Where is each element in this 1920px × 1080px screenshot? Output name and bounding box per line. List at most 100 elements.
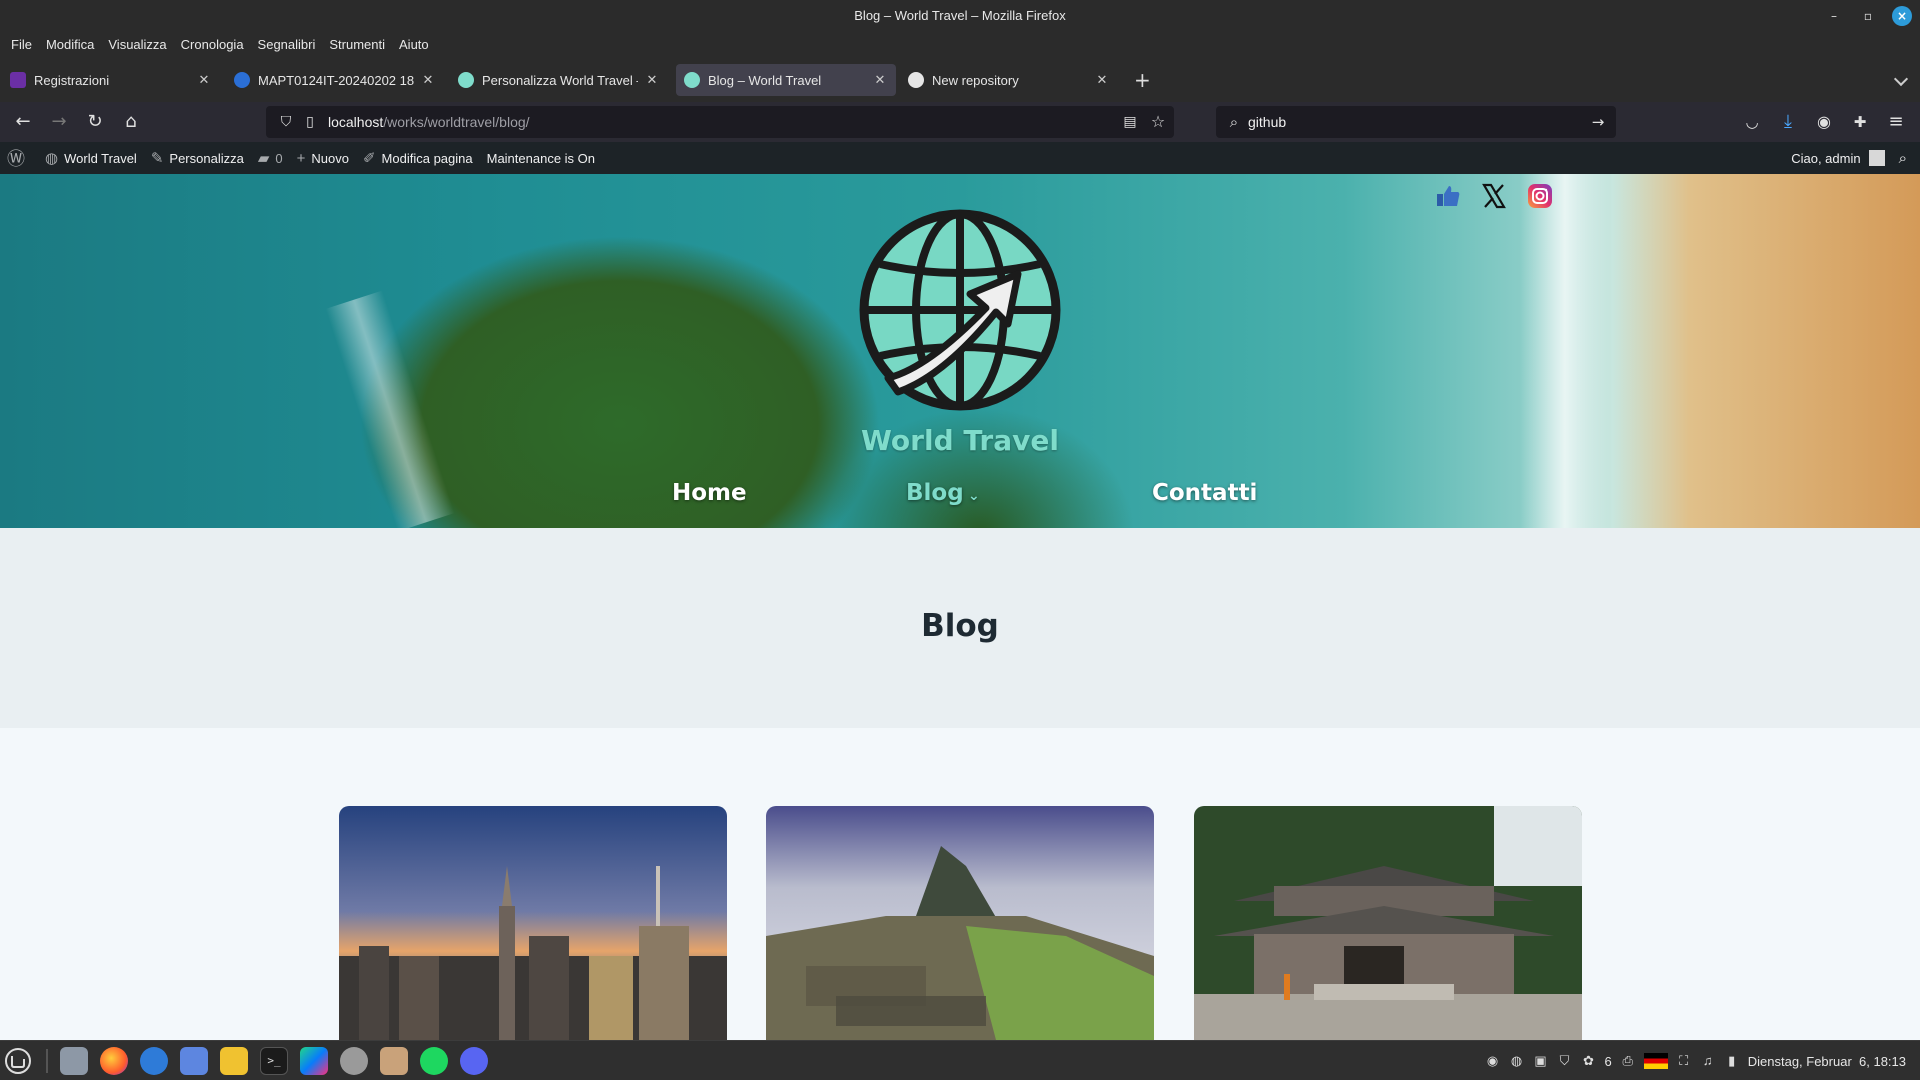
tab-mapt[interactable]: MAPT0124IT-20240202 180 ✕ — [226, 64, 444, 96]
discord-tray-icon[interactable]: ◉ — [1485, 1053, 1501, 1069]
wp-account-menu[interactable]: Ciao, admin — [1784, 142, 1891, 174]
comment-icon: ▰ — [257, 150, 270, 167]
wp-customize-link[interactable]: ✎ Personalizza — [144, 142, 251, 174]
calculator-icon[interactable] — [220, 1047, 248, 1075]
back-icon[interactable]: ← — [11, 110, 35, 134]
temple-image[interactable] — [1194, 806, 1582, 1040]
page-title: Blog — [921, 608, 999, 644]
machu-picchu-image[interactable] — [766, 806, 1154, 1040]
tab-new-repository[interactable]: New repository ✕ — [900, 64, 1118, 96]
reader-view-icon[interactable]: ▤ — [1118, 110, 1142, 134]
wp-edit-page-link[interactable]: ✐ Modifica pagina — [356, 142, 480, 174]
page-header: Blog — [0, 528, 1920, 728]
wp-maintenance-status[interactable]: Maintenance is On — [480, 142, 602, 174]
sound-tray-icon[interactable]: ♫ — [1700, 1053, 1716, 1069]
screenshot-icon[interactable] — [180, 1047, 208, 1075]
menu-history[interactable]: Cronologia — [174, 32, 251, 58]
chevron-down-icon[interactable]: ⌄ — [968, 488, 980, 504]
extensions-icon[interactable]: ✚ — [1848, 110, 1872, 134]
app-menu-icon[interactable]: ≡ — [1884, 110, 1908, 134]
list-all-tabs-icon[interactable] — [1893, 71, 1909, 87]
spotify-icon[interactable] — [420, 1047, 448, 1075]
instagram-icon[interactable] — [1526, 182, 1554, 210]
wp-site-link[interactable]: ◍ World Travel — [38, 142, 144, 174]
page-info-icon[interactable]: ▯ — [298, 110, 322, 134]
tab-registrazioni[interactable]: Registrazioni ✕ — [2, 64, 220, 96]
minimize-icon[interactable]: – — [1824, 6, 1844, 26]
nav-home[interactable]: Home — [672, 480, 747, 506]
firefox-icon[interactable] — [100, 1047, 128, 1075]
site-title[interactable]: World Travel — [0, 424, 1920, 457]
navigation-toolbar: ← → ↻ ⌂ ⛉ ▯ localhost/works/worldtravel/… — [0, 102, 1920, 142]
bookmark-star-icon[interactable]: ☆ — [1146, 110, 1170, 134]
reload-icon[interactable]: ↻ — [83, 110, 107, 134]
shield-icon[interactable]: ⛉ — [274, 110, 298, 134]
nav-blog[interactable]: Blog — [906, 480, 964, 506]
battery-tray-icon[interactable]: ▮ — [1724, 1053, 1740, 1069]
blog-card-temple[interactable] — [1194, 806, 1582, 1040]
wp-admin-bar: Ⓦ ◍ World Travel ✎ Personalizza ▰ 0 + Nuovo … — [0, 142, 1920, 174]
drawing-app-icon[interactable] — [380, 1047, 408, 1075]
menu-view[interactable]: Visualizza — [101, 32, 173, 58]
blog-card-machu-picchu[interactable] — [766, 806, 1154, 1040]
tab-blog[interactable]: Blog – World Travel ✕ — [676, 64, 896, 96]
tab-close-icon[interactable]: ✕ — [196, 72, 212, 88]
x-icon[interactable] — [1480, 182, 1508, 210]
settings-gear-icon[interactable] — [340, 1047, 368, 1075]
menu-tools[interactable]: Strumenti — [322, 32, 392, 58]
wordpress-logo-icon[interactable]: Ⓦ — [0, 142, 38, 174]
tab-close-icon[interactable]: ✕ — [1094, 72, 1110, 88]
discord-icon[interactable] — [460, 1047, 488, 1075]
menu-help[interactable]: Aiuto — [392, 32, 436, 58]
search-bar[interactable]: ⌕ github → — [1216, 106, 1616, 138]
tab-personalizza[interactable]: Personalizza World Travel – ✕ — [450, 64, 668, 96]
pocket-icon[interactable]: ◡ — [1740, 110, 1764, 134]
close-icon[interactable]: × — [1892, 6, 1912, 26]
search-go-icon[interactable]: → — [1586, 110, 1610, 134]
new-tab-icon[interactable]: + — [1134, 70, 1151, 90]
tray-count: 6 — [1604, 1053, 1612, 1069]
tab-strip: Registrazioni ✕ MAPT0124IT-20240202 180 … — [0, 58, 1920, 102]
files-icon[interactable] — [60, 1047, 88, 1075]
tab-label: Personalizza World Travel – — [482, 72, 638, 88]
forward-icon[interactable]: → — [47, 110, 71, 134]
search-icon: ⌕ — [1229, 113, 1239, 131]
tab-close-icon[interactable]: ✕ — [644, 72, 660, 88]
maximize-icon[interactable]: ▫ — [1858, 6, 1878, 26]
clock[interactable]: Dienstag, Februar 6, 18:13 — [1748, 1054, 1906, 1069]
clipboard-tray-icon[interactable]: ▣ — [1533, 1053, 1549, 1069]
blog-card-new-york[interactable] — [339, 806, 727, 1040]
thunderbird-icon[interactable] — [140, 1047, 168, 1075]
menu-file[interactable]: File — [4, 32, 39, 58]
linux-mint-menu-icon[interactable] — [4, 1047, 32, 1075]
wp-new-link[interactable]: + Nuovo — [290, 142, 356, 174]
tab-label: MAPT0124IT-20240202 180 — [258, 72, 414, 88]
wp-comments-link[interactable]: ▰ 0 — [251, 142, 290, 174]
webstorm-icon[interactable] — [300, 1047, 328, 1075]
globe-logo-icon[interactable] — [858, 208, 1062, 412]
network-tray-icon[interactable]: ⛶ — [1676, 1053, 1692, 1069]
system-tray: ◉ ◍ ▣ ⛉ ✿ 6 ⎙ ⛶ ♫ ▮ Dienstag, Februar 6,… — [1485, 1041, 1906, 1080]
url-bar[interactable]: ⛉ ▯ localhost/works/worldtravel/blog/ ▤ … — [266, 106, 1174, 138]
keyboard-layout-flag-icon[interactable] — [1643, 1053, 1668, 1069]
home-icon[interactable]: ⌂ — [119, 110, 143, 134]
account-icon[interactable]: ◉ — [1812, 110, 1836, 134]
update-tray-icon[interactable]: ✿ — [1581, 1053, 1597, 1069]
shield-tray-icon[interactable]: ◍ — [1509, 1053, 1525, 1069]
terminal-icon[interactable]: >_ — [260, 1047, 288, 1075]
nav-contatti[interactable]: Contatti — [1152, 480, 1257, 506]
window-titlebar: Blog – World Travel – Mozilla Firefox – … — [0, 0, 1920, 32]
security-tray-icon[interactable]: ⛉ — [1557, 1053, 1573, 1069]
wp-search-icon[interactable]: ⌕ — [1892, 142, 1920, 174]
downloads-icon[interactable]: ⤓ — [1776, 110, 1800, 134]
tab-close-icon[interactable]: ✕ — [420, 72, 436, 88]
url-text[interactable]: localhost/works/worldtravel/blog/ — [328, 114, 530, 130]
dashboard-icon: ◍ — [45, 150, 59, 167]
printer-tray-icon[interactable]: ⎙ — [1620, 1053, 1636, 1069]
tab-close-icon[interactable]: ✕ — [872, 72, 888, 88]
facebook-like-icon[interactable] — [1434, 182, 1462, 210]
new-york-skyline-image[interactable] — [339, 806, 727, 1040]
menu-edit[interactable]: Modifica — [39, 32, 101, 58]
menu-bookmarks[interactable]: Segnalibri — [251, 32, 323, 58]
search-input[interactable]: github — [1248, 114, 1286, 130]
